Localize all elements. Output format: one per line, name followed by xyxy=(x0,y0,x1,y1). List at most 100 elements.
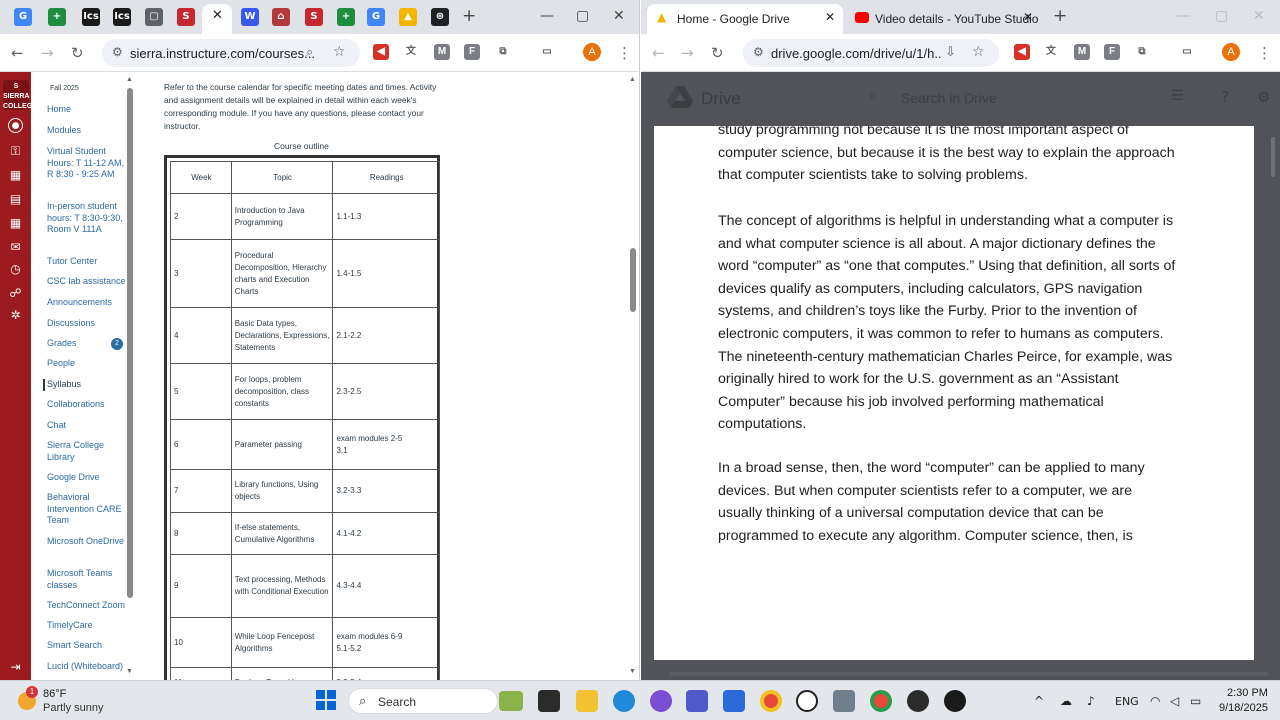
side-panel-icon[interactable]: ▭ xyxy=(539,44,555,60)
show-hidden-icons[interactable]: ^ xyxy=(1034,694,1044,708)
extension-m-icon[interactable]: M xyxy=(1074,44,1090,60)
address-bar[interactable]: ⚙ sierra.instructure.com/courses... ⌕ ☆ xyxy=(102,39,360,67)
drive-icon[interactable]: ▲ xyxy=(399,8,417,26)
calendar-icon[interactable]: ▦ xyxy=(8,216,23,231)
obs-icon[interactable] xyxy=(907,690,929,712)
course-nav-item[interactable]: Virtual Student Hours: T 11-12 AM, R 8:3… xyxy=(47,146,127,181)
page-scrollbar[interactable]: ▲ ▼ xyxy=(629,76,637,678)
help-icon[interactable]: ? xyxy=(1221,88,1229,106)
course-nav-item[interactable]: In-person student hours: T 8:30-9:30, Ro… xyxy=(47,201,127,236)
course-nav-item[interactable]: Modules xyxy=(47,125,127,137)
courses-icon[interactable]: ▤ xyxy=(8,192,23,207)
battery-icon[interactable]: ▭ xyxy=(1190,694,1201,708)
install-app-icon[interactable]: ⇩ xyxy=(945,45,956,60)
close-window-icon[interactable]: ✕ xyxy=(1253,8,1265,24)
search-icon[interactable]: ⌕ xyxy=(869,88,877,104)
task-view-icon[interactable] xyxy=(538,690,560,712)
admin-icon[interactable]: ⚿ xyxy=(8,144,23,159)
wordpress-icon[interactable]: W xyxy=(241,8,259,26)
menu-icon[interactable]: ⋮ xyxy=(617,44,632,62)
course-nav-item[interactable]: Microsoft OneDrive xyxy=(47,536,127,548)
chrome-profile-icon[interactable] xyxy=(870,690,892,712)
store-icon[interactable] xyxy=(723,690,745,712)
extension-megaphone-icon[interactable]: ◀ xyxy=(1014,44,1030,60)
scroll-down-icon[interactable]: ▼ xyxy=(629,668,636,675)
tcs-icon[interactable]: Ics xyxy=(113,8,131,26)
close-icon[interactable]: ✕ xyxy=(825,10,835,24)
start-windows-icon[interactable] xyxy=(316,690,336,710)
maximize-icon[interactable]: ▢ xyxy=(1215,8,1228,24)
clipchamp-icon[interactable] xyxy=(944,690,966,712)
scroll-down-icon[interactable]: ▼ xyxy=(126,668,133,675)
site-info-icon[interactable]: ⚙ xyxy=(112,45,123,59)
scroll-up-icon[interactable]: ▲ xyxy=(629,76,636,83)
search-highlight-icon[interactable] xyxy=(499,691,523,711)
horizontal-scrollbar[interactable] xyxy=(669,672,1269,676)
course-nav-item[interactable]: Discussions xyxy=(47,318,127,330)
extension-f-icon[interactable]: F xyxy=(464,44,480,60)
course-nav-item[interactable]: Collaborations xyxy=(47,399,127,411)
site-info-icon[interactable]: ⚙ xyxy=(753,45,764,59)
google-icon[interactable]: G xyxy=(367,8,385,26)
back-icon[interactable]: ← xyxy=(11,44,24,62)
drive-search-input[interactable]: Search in Drive xyxy=(901,90,997,106)
menu-icon[interactable]: ⋮ xyxy=(1257,44,1272,62)
course-nav-item[interactable]: Tutor Center xyxy=(47,256,127,268)
course-nav-item[interactable]: Behavioral Intervention CARE Team xyxy=(47,492,127,527)
course-nav-item[interactable]: TechConnect Zoom xyxy=(47,600,127,612)
tab-youtube-studio[interactable]: Video details - YouTube Studio ✕ xyxy=(847,4,1043,34)
file-explorer-icon[interactable] xyxy=(576,690,598,712)
collapse-nav-icon[interactable]: ⇥ xyxy=(8,660,23,675)
volume-icon[interactable]: ◁ xyxy=(1170,694,1179,708)
account-icon[interactable]: ● xyxy=(8,118,23,133)
camera-icon[interactable] xyxy=(833,690,855,712)
course-nav-item[interactable]: Sierra College Library xyxy=(47,440,127,463)
doc-icon[interactable]: ▢ xyxy=(145,8,163,26)
course-nav-item[interactable]: Chat xyxy=(47,420,127,432)
new-tab-button[interactable]: + xyxy=(462,6,476,26)
course-nav-item[interactable]: Announcements xyxy=(47,297,127,309)
extensions-puzzle-icon[interactable]: ⧉ xyxy=(495,44,511,60)
minimize-icon[interactable]: — xyxy=(1176,8,1190,24)
address-bar[interactable]: ⚙ drive.google.com/drive/u/1/h... ⇩ ☆ xyxy=(743,39,999,67)
scroll-up-icon[interactable]: ▲ xyxy=(126,76,133,83)
forward-icon[interactable]: → xyxy=(681,44,694,62)
microphone-icon[interactable]: ♪ xyxy=(1087,694,1095,708)
new-tab-button[interactable]: + xyxy=(1053,6,1067,26)
course-nav-item[interactable]: Syllabus xyxy=(43,379,123,391)
wifi-icon[interactable]: ◠ xyxy=(1150,694,1160,708)
house-icon[interactable]: ⌂ xyxy=(272,8,290,26)
teams-icon[interactable] xyxy=(686,690,708,712)
extension-translate-icon[interactable]: 文 xyxy=(403,44,419,60)
onedrive-icon[interactable]: ☁ xyxy=(1060,694,1072,708)
preview-scrollbar[interactable] xyxy=(1271,137,1275,177)
course-nav-scrollbar[interactable]: ▲ ▼ xyxy=(126,76,134,678)
weather-temp[interactable]: 86°F xyxy=(43,688,66,700)
clock-time[interactable]: 2:30 PM xyxy=(1227,687,1268,699)
side-panel-icon[interactable]: ▭ xyxy=(1179,44,1195,60)
inbox-icon[interactable]: ✉ xyxy=(8,240,23,255)
course-nav-item[interactable]: TimelyCare xyxy=(47,620,127,632)
bookmark-star-icon[interactable]: ☆ xyxy=(972,44,985,60)
close-window-icon[interactable]: ✕ xyxy=(613,8,625,24)
profile-avatar[interactable]: A xyxy=(1222,43,1240,61)
tab-google-drive[interactable]: ▲ Home - Google Drive ✕ xyxy=(647,4,843,34)
scroll-thumb[interactable] xyxy=(630,248,636,312)
reload-icon[interactable]: ↻ xyxy=(711,44,724,62)
extension-f-icon[interactable]: F xyxy=(1104,44,1120,60)
settings-icon[interactable]: ⚙ xyxy=(1257,88,1270,106)
sheets-icon[interactable]: + xyxy=(337,8,355,26)
chrome-icon[interactable] xyxy=(760,690,782,712)
help-icon[interactable]: ✲ xyxy=(8,308,23,323)
course-nav-item[interactable]: People xyxy=(47,358,127,370)
course-nav-item[interactable]: Google Drive xyxy=(47,472,127,484)
weather-desc[interactable]: Partly sunny xyxy=(43,702,104,714)
course-nav-item[interactable]: Microsoft Teams classes xyxy=(47,568,127,591)
forward-icon[interactable]: → xyxy=(41,44,54,62)
extension-megaphone-icon[interactable]: ◀ xyxy=(373,44,389,60)
maximize-icon[interactable]: ▢ xyxy=(576,8,589,24)
taskbar-search[interactable]: ⌕ Search xyxy=(348,688,523,714)
profile-avatar[interactable]: A xyxy=(583,43,601,61)
extension-translate-icon[interactable]: 文 xyxy=(1043,44,1059,60)
language-indicator[interactable]: ENG xyxy=(1115,695,1139,708)
